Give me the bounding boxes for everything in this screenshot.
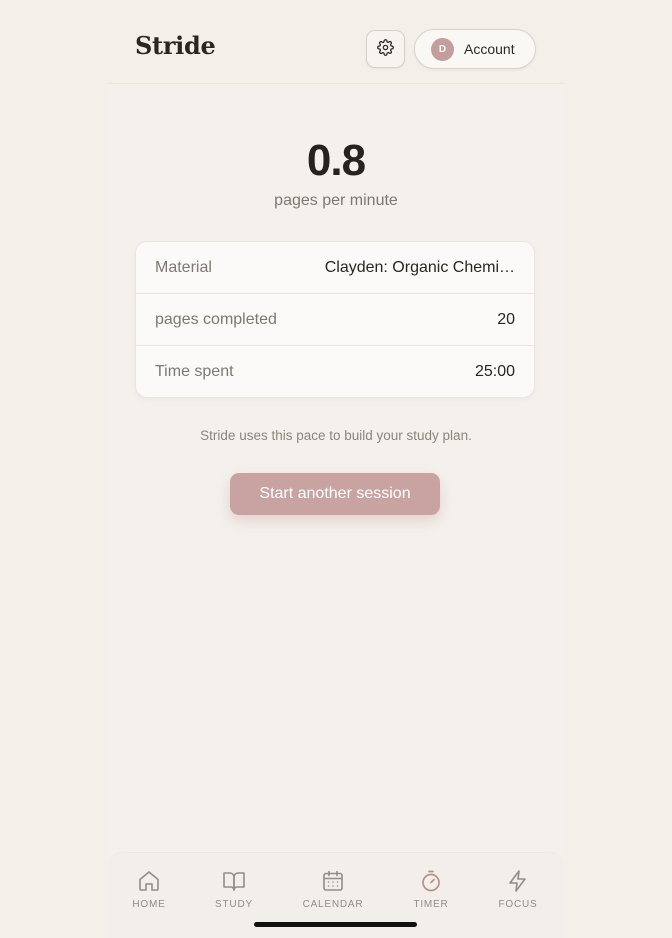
avatar: D (431, 37, 454, 61)
tab-label: STUDY (215, 899, 253, 910)
pace-unit-label: pages per minute (274, 192, 398, 209)
summary-row-time-spent: Time spent 25:00 (136, 346, 534, 397)
tab-label: TIMER (413, 899, 449, 910)
start-another-session-button[interactable]: Start another session (230, 473, 440, 515)
top-bar: Stride D Account (107, 0, 565, 84)
app-screen: Stride D Account 0.8 pages per minute Ma… (107, 0, 565, 938)
row-label: pages completed (155, 310, 277, 328)
tab-focus[interactable]: FOCUS (483, 869, 553, 910)
row-value: Clayden: Organic Chemi… (324, 258, 515, 276)
account-button[interactable]: D Account (414, 29, 536, 69)
tab-calendar[interactable]: CALENDAR (298, 869, 368, 910)
row-value: 20 (497, 310, 515, 328)
tab-study[interactable]: STUDY (199, 869, 269, 910)
settings-button[interactable] (366, 30, 405, 68)
book-icon (199, 869, 269, 893)
calendar-icon (298, 869, 368, 893)
home-icon (114, 869, 184, 893)
gear-icon (377, 39, 394, 59)
tab-timer[interactable]: TIMER (396, 869, 466, 910)
stopwatch-icon (396, 869, 466, 893)
row-value: 25:00 (474, 363, 515, 380)
account-label: Account (464, 41, 515, 57)
tab-label: CALENDAR (302, 899, 364, 910)
pace-note: Stride uses this pace to build your stud… (200, 428, 472, 443)
summary-row-material: Material Clayden: Organic Chemi… (136, 242, 534, 294)
home-indicator (254, 922, 417, 927)
app-title: Stride (135, 31, 216, 60)
session-summary-card: Material Clayden: Organic Chemi… pages c… (135, 241, 535, 398)
tab-label: FOCUS (498, 899, 538, 910)
row-label: Material (155, 258, 212, 276)
tab-home[interactable]: HOME (114, 869, 184, 910)
summary-row-pages-completed: pages completed 20 (136, 294, 534, 346)
lightning-icon (483, 869, 553, 893)
pace-value: 0.8 (306, 136, 366, 185)
row-label: Time spent (155, 363, 234, 380)
tab-label: HOME (132, 899, 166, 910)
